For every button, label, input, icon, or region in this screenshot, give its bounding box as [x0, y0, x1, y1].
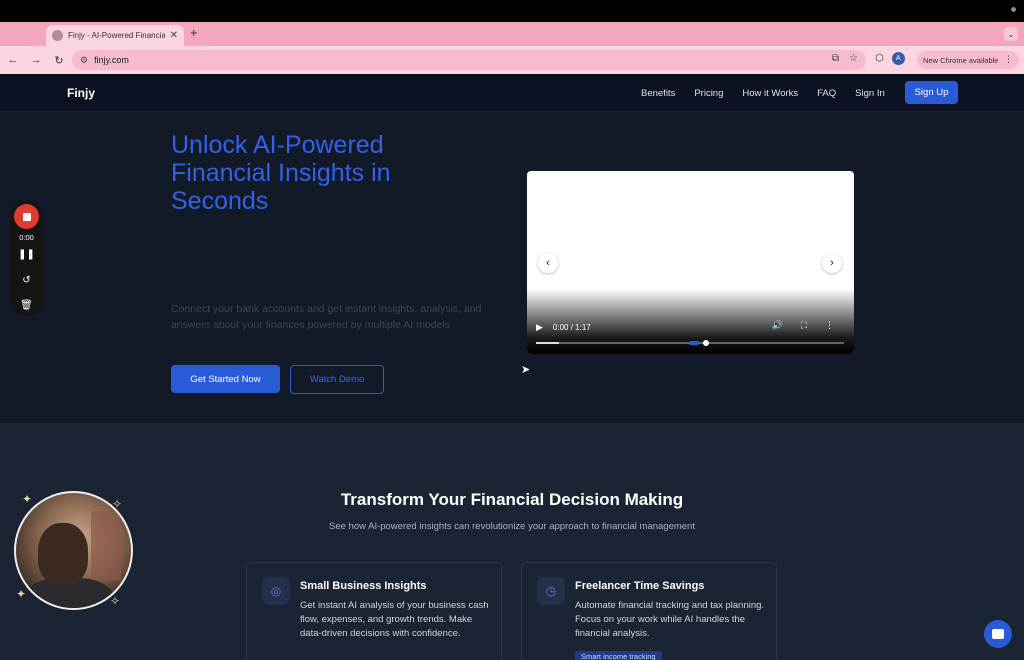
- confetti-icon: ✧: [110, 594, 121, 608]
- brain-icon: ◎: [262, 577, 290, 605]
- video-time: 0:00 / 1:17: [552, 322, 591, 332]
- party-popper-icon: ✦: [22, 492, 33, 506]
- clock-icon: ◷: [537, 577, 565, 605]
- get-started-button[interactable]: Get Started Now: [171, 365, 280, 393]
- nav-link-how-it-works[interactable]: How it Works: [742, 88, 798, 99]
- sparkle-icon: ✦: [16, 587, 27, 601]
- chevron-right-icon[interactable]: ›: [822, 253, 842, 273]
- nav-link-pricing[interactable]: Pricing: [694, 88, 723, 99]
- site-navbar: Finjy Benefits Pricing How it Works FAQ …: [0, 74, 1024, 112]
- volume-icon[interactable]: 🔊: [771, 320, 782, 331]
- benefit-card-small-business: ◎ Small Business Insights Get instant AI…: [246, 562, 502, 660]
- address-bar[interactable]: ⚙ finjy.com ⧉ ☆: [72, 50, 866, 70]
- profile-avatar[interactable]: A: [891, 52, 905, 65]
- mouse-cursor-icon: ➤: [521, 364, 531, 376]
- megaphone-icon: ✧: [112, 497, 123, 511]
- favicon-icon: [52, 30, 63, 41]
- site-info-icon[interactable]: ⚙: [80, 55, 88, 66]
- benefits-section: Transform Your Financial Decision Making…: [0, 423, 1024, 660]
- extensions-icon[interactable]: ⬡: [875, 53, 884, 64]
- nav-link-faq[interactable]: FAQ: [817, 88, 836, 99]
- card-title: Freelancer Time Savings: [575, 580, 705, 592]
- install-app-icon[interactable]: ⧉: [832, 53, 839, 64]
- new-tab-button[interactable]: +: [190, 26, 198, 40]
- chat-support-button[interactable]: [984, 620, 1012, 648]
- webcam-person-face: [38, 523, 88, 585]
- brand-logo[interactable]: Finjy: [67, 86, 95, 100]
- url-text: finjy.com: [94, 55, 129, 65]
- card-text: Automate financial tracking and tax plan…: [575, 600, 765, 639]
- benefit-card-freelancer: ◷ Freelancer Time Savings Automate finan…: [521, 562, 777, 660]
- stop-recording-button[interactable]: [14, 204, 39, 229]
- hero-section: Unlock AI-Powered Financial Insights in …: [0, 112, 1024, 423]
- video-controls: ▶ 0:00 / 1:17 🔊 ⛶ ⋮: [536, 320, 846, 334]
- chrome-update-button[interactable]: New Chrome available ⋮: [917, 51, 1019, 69]
- browser-tab-strip: Finjy - AI-Powered Financial I ✕: [0, 22, 1024, 46]
- hero-title: Unlock AI-Powered Financial Insights in …: [171, 131, 391, 215]
- demo-video-player[interactable]: ‹ › ▶ 0:00 / 1:17 🔊 ⛶ ⋮: [527, 171, 854, 354]
- trash-icon[interactable]: 🗑: [10, 300, 43, 311]
- hero-subtitle: Connect your bank accounts and get insta…: [171, 303, 482, 331]
- tab-close-icon[interactable]: ✕: [170, 30, 178, 41]
- section-title: Transform Your Financial Decision Making: [340, 490, 684, 509]
- video-progress-bar[interactable]: [536, 340, 844, 346]
- card-text: Get instant AI analysis of your business…: [300, 600, 489, 639]
- stop-icon: [22, 212, 31, 221]
- nav-links: Benefits Pricing How it Works FAQ Sign I…: [641, 88, 885, 99]
- chat-icon: [992, 629, 1004, 639]
- video-buffer: [536, 342, 559, 344]
- tab-search-button[interactable]: ⌄: [1004, 27, 1018, 41]
- back-icon[interactable]: ←: [3, 54, 23, 66]
- nav-link-sign-in[interactable]: Sign In: [855, 88, 885, 99]
- pause-icon[interactable]: ❚❚: [10, 249, 43, 260]
- bookmark-star-icon[interactable]: ☆: [849, 53, 858, 64]
- video-more-icon[interactable]: ⋮: [825, 320, 834, 331]
- feature-tag: Smart income tracking: [575, 651, 662, 660]
- screen-recorder-widget: 0:00 ❚❚ ↺ 🗑: [10, 201, 43, 316]
- screen: Finjy - AI-Powered Financial I ✕ + ⌄ ← →…: [0, 0, 1024, 660]
- video-marker: [689, 341, 699, 345]
- forward-icon[interactable]: →: [26, 54, 46, 66]
- restart-icon[interactable]: ↺: [10, 275, 43, 286]
- chevron-left-icon[interactable]: ‹: [538, 253, 558, 273]
- nav-link-benefits[interactable]: Benefits: [641, 88, 675, 99]
- reload-icon[interactable]: ↻: [49, 54, 69, 67]
- more-menu-icon[interactable]: ⋮: [1004, 54, 1013, 65]
- fullscreen-icon[interactable]: ⛶: [801, 320, 807, 331]
- play-icon[interactable]: ▶: [536, 322, 543, 333]
- section-subtitle: See how AI-powered insights can revoluti…: [329, 521, 695, 532]
- browser-tab[interactable]: Finjy - AI-Powered Financial I ✕: [46, 25, 184, 46]
- browser-toolbar: ← → ↻ ⚙ finjy.com ⧉ ☆ ⬡ A New Chrome ava…: [0, 46, 1024, 74]
- camera-indicator-icon: [1011, 7, 1016, 12]
- webcam-background: [91, 511, 121, 581]
- os-top-bar: [0, 0, 1024, 22]
- recording-time: 0:00: [19, 233, 34, 242]
- update-label: New Chrome available: [923, 55, 999, 65]
- video-scrubber-handle[interactable]: [703, 340, 709, 346]
- sign-up-button[interactable]: Sign Up: [905, 81, 958, 104]
- tab-title: Finjy - AI-Powered Financial I: [68, 31, 165, 40]
- card-title: Small Business Insights: [300, 580, 427, 592]
- watch-demo-button[interactable]: Watch Demo: [290, 365, 384, 394]
